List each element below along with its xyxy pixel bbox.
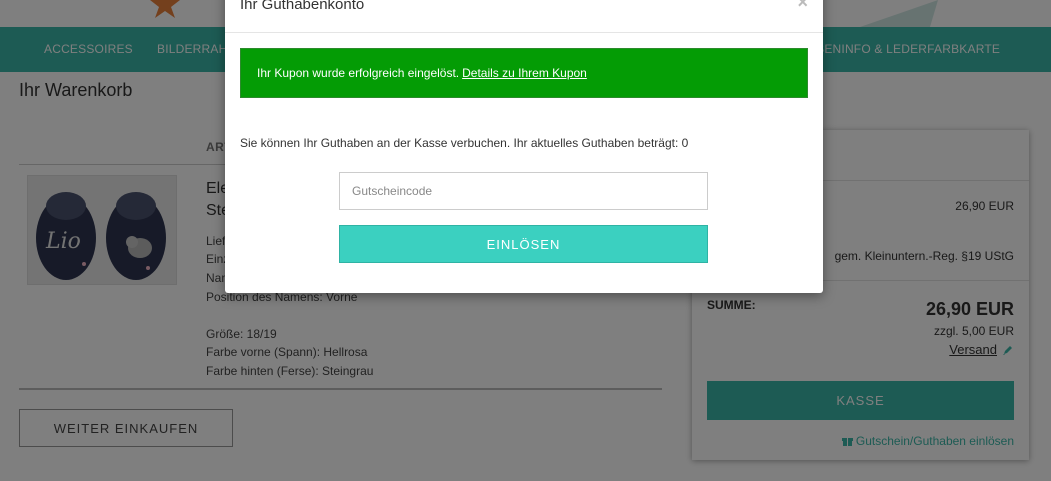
- redeem-button[interactable]: EINLÖSEN: [339, 225, 708, 263]
- balance-info: Sie können Ihr Guthaben an der Kasse ver…: [240, 136, 689, 150]
- coupon-details-link[interactable]: Details zu Ihrem Kupon: [462, 66, 587, 80]
- credit-account-dialog: Ihr Guthabenkonto × Ihr Kupon wurde erfo…: [225, 0, 823, 293]
- close-icon[interactable]: ×: [797, 0, 808, 13]
- divider: [225, 32, 823, 33]
- dialog-title: Ihr Guthabenkonto: [240, 0, 365, 13]
- coupon-code-input[interactable]: [339, 172, 708, 210]
- alert-message: Ihr Kupon wurde erfolgreich eingelöst.: [257, 66, 460, 80]
- success-alert: Ihr Kupon wurde erfolgreich eingelöst. D…: [240, 48, 808, 98]
